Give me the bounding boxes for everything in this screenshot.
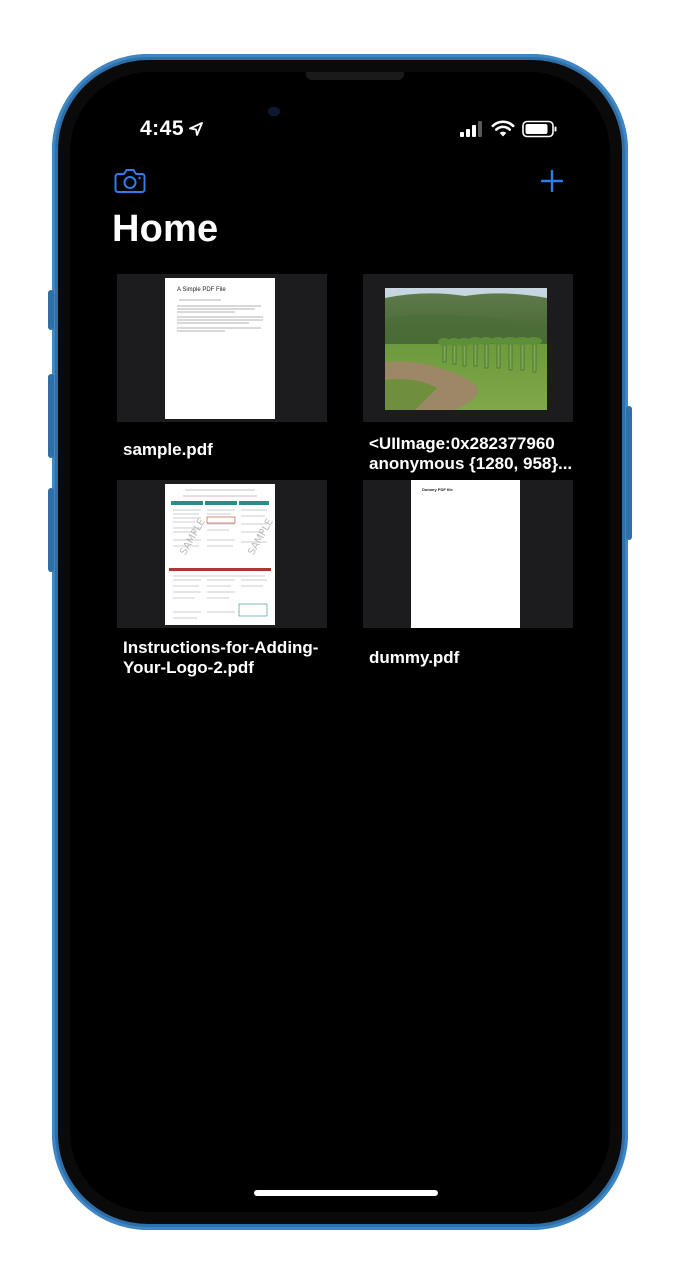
- front-camera-icon: [268, 107, 280, 116]
- photo-preview: [385, 288, 547, 410]
- home-indicator[interactable]: [254, 1190, 438, 1196]
- document-thumbnail[interactable]: SAMPLE SAMPLE: [117, 480, 327, 628]
- wifi-icon: [491, 120, 515, 137]
- speaker-grille: [306, 72, 404, 80]
- cellular-signal-icon: [460, 121, 482, 137]
- bezel: 4:45 Home A Simple PDF File sample.pdf <…: [58, 60, 622, 1224]
- volume-down-button: [48, 488, 54, 572]
- side-power-button: [626, 406, 632, 540]
- screen: 4:45 Home A Simple PDF File sample.pdf <…: [70, 72, 610, 1212]
- pdf-text-lines-icon: [177, 299, 263, 332]
- pdf-page-preview: Dummy PDF file: [411, 480, 520, 628]
- plus-icon: [540, 169, 564, 193]
- camera-button[interactable]: [114, 168, 146, 199]
- pdf-page-preview: A Simple PDF File: [165, 278, 275, 419]
- add-button[interactable]: [540, 169, 564, 198]
- page-title: Home: [112, 208, 219, 250]
- document-name: sample.pdf: [123, 440, 213, 459]
- status-icons: [460, 120, 558, 138]
- document-thumbnail[interactable]: Dummy PDF file: [363, 480, 573, 628]
- svg-text:SAMPLE: SAMPLE: [178, 517, 207, 557]
- phone-frame: 4:45 Home A Simple PDF File sample.pdf <…: [48, 54, 632, 1230]
- document-thumbnail[interactable]: [363, 274, 573, 422]
- status-time-text: 4:45: [140, 117, 185, 140]
- location-arrow-icon: [189, 122, 203, 136]
- document-name: Instructions-for-Adding- Your-Logo-2.pdf: [123, 638, 319, 677]
- document-name: <UIImage:0x282377960 anonymous {1280, 95…: [369, 434, 573, 473]
- document-name: dummy.pdf: [369, 648, 460, 667]
- pdf-preview-title: Dummy PDF file: [422, 487, 453, 492]
- svg-text:SAMPLE: SAMPLE: [246, 517, 275, 557]
- status-time: 4:45: [140, 117, 204, 141]
- camera-icon: [114, 169, 146, 193]
- document-card-instructions[interactable]: SAMPLE SAMPLE Instructions-for-Adding- Y…: [117, 480, 327, 678]
- pdf-form-preview-icon: SAMPLE SAMPLE: [169, 489, 275, 619]
- document-card-sample[interactable]: A Simple PDF File sample.pdf: [117, 274, 327, 460]
- battery-icon: [522, 120, 557, 138]
- mute-switch: [48, 290, 54, 330]
- pdf-page-preview: SAMPLE SAMPLE: [165, 484, 275, 625]
- document-thumbnail[interactable]: A Simple PDF File: [117, 274, 327, 422]
- volume-up-button: [48, 374, 54, 458]
- document-card-dummy[interactable]: Dummy PDF file dummy.pdf: [363, 480, 573, 668]
- document-card-image[interactable]: <UIImage:0x282377960 anonymous {1280, 95…: [363, 274, 573, 474]
